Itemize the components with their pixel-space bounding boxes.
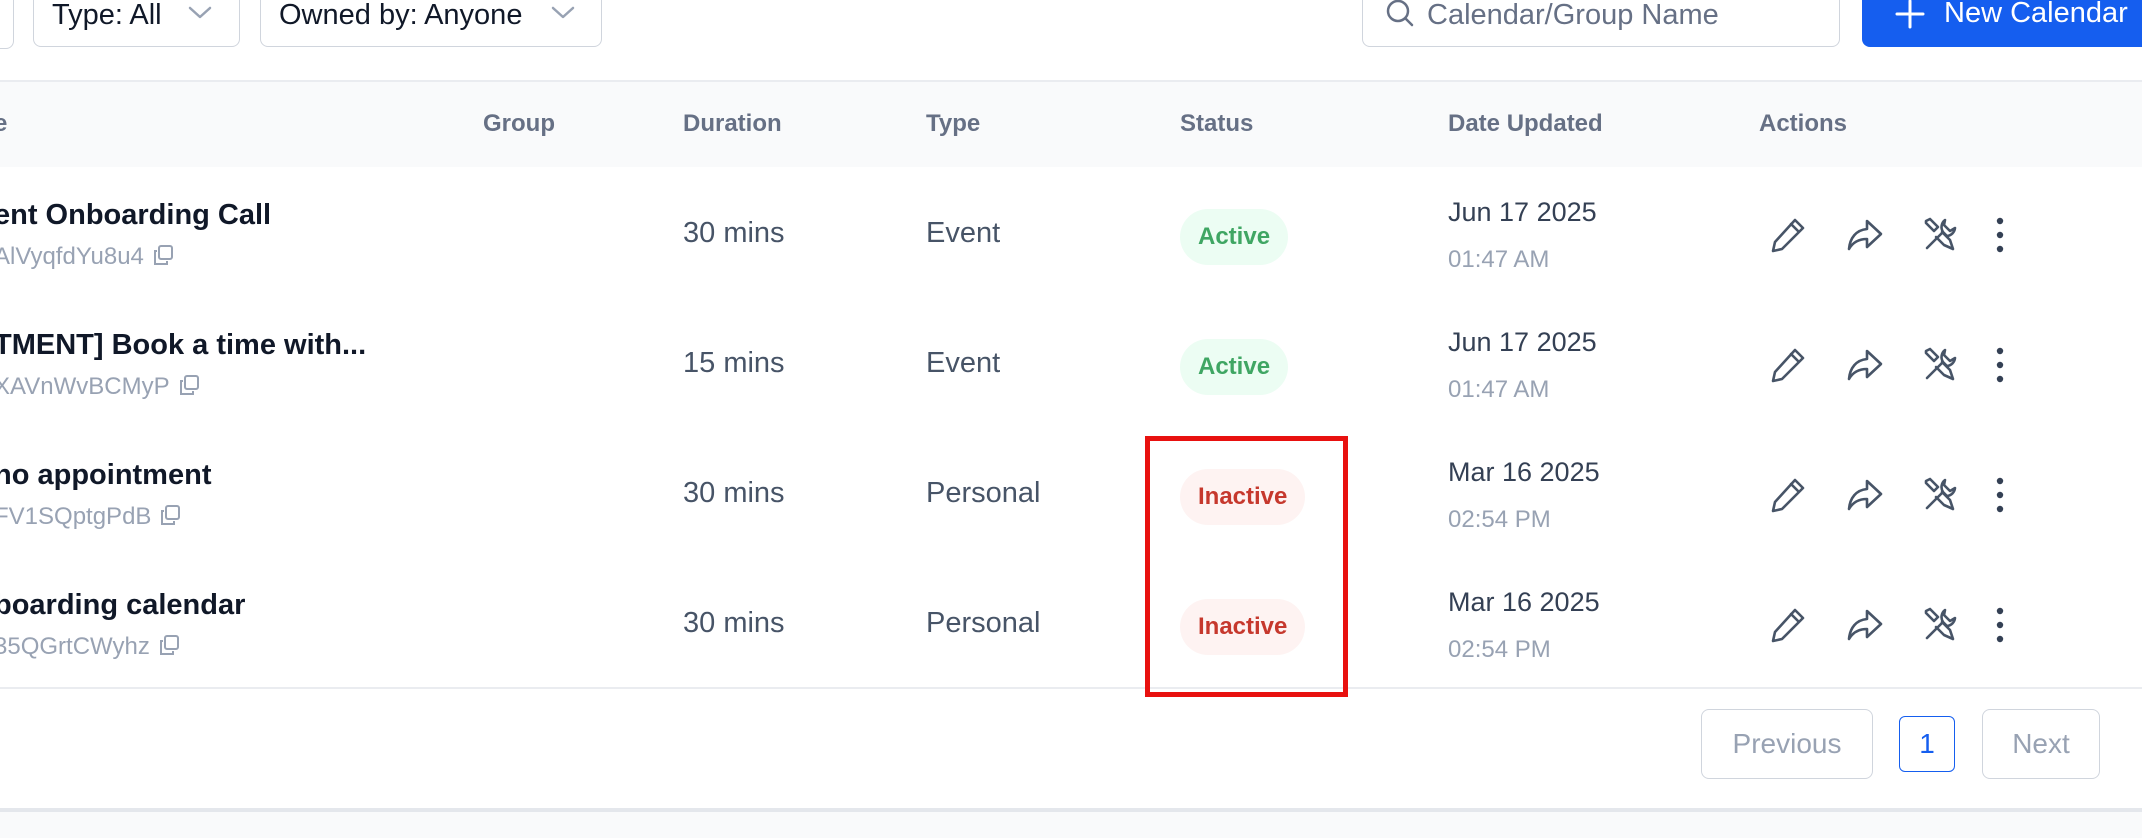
type-cell: Personal [926,607,1041,639]
copy-icon[interactable] [152,244,174,271]
calendar-id-text: FV1SQptgPdB [0,503,152,530]
type-cell: Personal [926,477,1041,509]
calendar-id: FV1SQptgPdB [0,503,181,533]
time-updated: 02:54 PM [1448,506,1551,533]
column-header-status[interactable]: Status [1180,110,1253,138]
new-calendar-label: New Calendar [1944,0,2128,29]
copy-icon[interactable] [178,374,200,401]
chevron-down-icon [188,6,212,19]
status-badge: Active [1180,339,1289,395]
search-icon [1386,0,1414,27]
type-filter-dropdown[interactable]: Type: All [33,0,240,47]
date-updated: Mar 16 2025 [1448,587,1600,617]
share-icon[interactable] [1845,475,1885,515]
time-updated: 01:47 AM [1448,376,1550,403]
table-row: ent Onboarding Call AlVyqfdYu8u4 30 mins… [0,167,2142,299]
column-header-group[interactable]: Group [483,110,555,138]
table-row: TMENT] Book a time with... XAVnWvBCMyP 1… [0,297,2142,429]
next-page-button[interactable]: Next [1982,709,2100,779]
filter-dropdown-partial[interactable] [0,0,14,49]
footer-area [0,812,2142,838]
duration-cell: 30 mins [683,607,785,639]
time-updated: 01:47 AM [1448,246,1550,273]
pencil-icon[interactable] [1768,215,1808,255]
pencil-icon[interactable] [1768,605,1808,645]
search-placeholder: Calendar/Group Name [1427,0,1719,31]
column-header-date-updated[interactable]: Date Updated [1448,110,1603,138]
owner-filter-dropdown[interactable]: Owned by: Anyone [260,0,602,47]
tools-icon[interactable] [1920,605,1960,645]
calendar-id-text: XAVnWvBCMyP [0,373,170,400]
calendar-id: XAVnWvBCMyP [0,373,200,403]
table-header: e Group Duration Type Status Date Update… [0,82,2142,169]
status-badge: Inactive [1180,469,1306,525]
more-vertical-icon[interactable] [1990,215,2030,255]
duration-cell: 30 mins [683,477,785,509]
more-vertical-icon[interactable] [1990,475,2030,515]
chevron-down-icon [551,6,575,19]
column-header-duration[interactable]: Duration [683,110,782,138]
tools-icon[interactable] [1920,345,1960,385]
time-updated: 02:54 PM [1448,636,1551,663]
duration-cell: 30 mins [683,217,785,249]
calendar-id-text: 35QGrtCWyhz [0,633,150,660]
filter-toolbar: Type: All Owned by: Anyone Calendar/Grou… [0,0,2142,80]
status-badge: Inactive [1180,599,1306,655]
type-filter-label: Type: All [52,0,162,31]
pencil-icon[interactable] [1768,475,1808,515]
date-updated: Jun 17 2025 [1448,197,1597,227]
type-cell: Event [926,347,1001,379]
page-number-button[interactable]: 1 [1899,716,1955,772]
status-badge: Active [1180,209,1289,265]
share-icon[interactable] [1845,215,1885,255]
column-header-name[interactable]: e [0,110,7,138]
calendar-id: AlVyqfdYu8u4 [0,243,174,273]
column-header-type[interactable]: Type [926,110,980,138]
type-cell: Event [926,217,1001,249]
share-icon[interactable] [1845,605,1885,645]
date-updated: Jun 17 2025 [1448,327,1597,357]
calendar-name-link[interactable]: TMENT] Book a time with... [0,329,366,362]
pencil-icon[interactable] [1768,345,1808,385]
share-icon[interactable] [1845,345,1885,385]
plus-icon [1895,0,1925,29]
duration-cell: 15 mins [683,347,785,379]
calendar-name-link[interactable]: boarding calendar [0,589,245,622]
new-calendar-button[interactable]: New Calendar [1862,0,2142,47]
tools-icon[interactable] [1920,475,1960,515]
date-updated: Mar 16 2025 [1448,457,1600,487]
table-row: boarding calendar 35QGrtCWyhz 30 mins Pe… [0,557,2142,689]
table-row: no appointment FV1SQptgPdB 30 mins Perso… [0,427,2142,559]
column-header-actions: Actions [1759,110,1848,137]
more-vertical-icon[interactable] [1990,345,2030,385]
owner-filter-label: Owned by: Anyone [279,0,523,31]
calendar-id-text: AlVyqfdYu8u4 [0,243,144,270]
copy-icon[interactable] [159,504,181,531]
search-input[interactable]: Calendar/Group Name [1362,0,1840,47]
previous-page-button[interactable]: Previous [1701,709,1873,779]
copy-icon[interactable] [158,634,180,661]
calendar-name-link[interactable]: ent Onboarding Call [0,199,271,232]
calendar-id: 35QGrtCWyhz [0,633,180,663]
calendar-name-link[interactable]: no appointment [0,459,211,492]
more-vertical-icon[interactable] [1990,605,2030,645]
tools-icon[interactable] [1920,215,1960,255]
